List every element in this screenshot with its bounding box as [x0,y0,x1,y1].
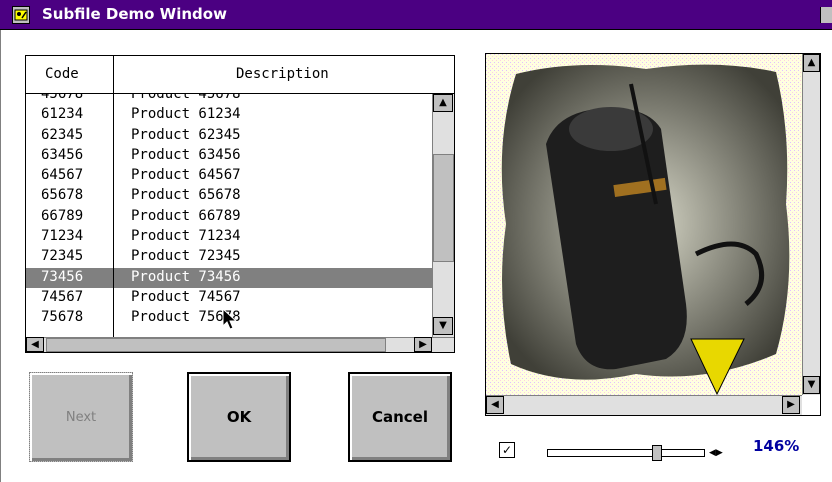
row-divider [113,227,114,248]
list-row[interactable]: 71234 Product 71234 [26,227,432,248]
ok-button[interactable]: OK [187,372,291,462]
row-code: 63456 [41,146,84,163]
row-description: Product 45678 [131,94,241,102]
row-code: 72345 [41,248,84,265]
scroll-up-button[interactable]: ▲ [433,94,453,112]
list-row[interactable]: 72345 Product 72345 [26,247,432,268]
zoom-slider[interactable] [547,445,705,461]
title-bar[interactable]: Subfile Demo Window [0,0,832,30]
system-menu-icon[interactable] [12,6,30,24]
row-description: Product 66789 [131,207,241,224]
list-row[interactable]: 74567 Product 74567 [26,287,432,309]
list-header: Code Description [26,56,454,94]
vertical-scrollbar[interactable]: ▲ ▼ [432,94,454,337]
zoom-level: 146% [753,437,800,455]
row-divider [113,125,114,146]
next-button-label: Next [65,409,97,425]
image-viewer[interactable]: ▲ ▼ ◀ ▶ [485,53,821,416]
horizontal-scroll-thumb[interactable] [46,338,386,352]
slider-step-arrows-icon[interactable]: ◀▶ [709,448,723,458]
row-description: Product 72345 [131,248,241,265]
window-title: Subfile Demo Window [42,5,227,23]
row-description: Product 61234 [131,106,241,123]
row-divider [113,308,114,329]
column-header-description[interactable]: Description [236,66,329,82]
row-divider [113,105,114,126]
product-phone-image [486,54,802,395]
list-row[interactable]: 61234 Product 61234 [26,105,432,126]
scroll-left-button[interactable]: ◀ [26,337,44,352]
row-code: 61234 [41,106,84,123]
row-description: Product 74567 [131,288,241,305]
window-left-border [0,30,1,482]
row-code: 73456 [41,268,84,285]
list-rows: 45678 Product 45678 61234 Product 61234 6234… [26,94,432,337]
row-divider [113,94,114,106]
mouse-cursor-icon [222,308,238,330]
row-code: 66789 [41,207,84,224]
next-button[interactable]: Next [29,372,133,462]
image-scroll-right-button[interactable]: ▶ [782,396,800,414]
row-description: Product 64567 [131,167,241,184]
zoom-checkbox[interactable]: ✓ [499,442,515,458]
image-vertical-scrollbar[interactable]: ▲ ▼ [802,54,820,395]
row-divider [113,287,114,309]
row-code: 62345 [41,126,84,143]
list-row[interactable]: 65678 Product 65678 [26,186,432,207]
image-scroll-up-button[interactable]: ▲ [803,54,820,72]
row-divider [113,145,114,167]
cancel-button[interactable]: Cancel [348,372,452,462]
row-code: 75678 [41,309,84,326]
list-row[interactable]: 66789 Product 66789 [26,206,432,228]
row-divider [113,247,114,268]
list-row[interactable]: 62345 Product 62345 [26,125,432,146]
row-code: 64567 [41,167,84,184]
list-row[interactable]: 73456 Product 73456 [26,267,432,288]
cancel-button-label: Cancel [371,408,428,426]
list-row[interactable]: 64567 Product 64567 [26,166,432,187]
row-code: 45678 [41,94,84,102]
horizontal-scrollbar[interactable]: ◀ ▶ [26,337,454,352]
scroll-down-button[interactable]: ▼ [433,317,453,335]
image-scroll-left-button[interactable]: ◀ [486,396,504,414]
subfile-list[interactable]: Code Description 45678 Product 45678 61234… [25,55,455,353]
zoom-slider-thumb[interactable] [651,445,662,461]
row-description: Product 71234 [131,228,241,245]
window-control-button[interactable] [820,7,832,23]
row-description: Product 62345 [131,126,241,143]
row-code: 71234 [41,228,84,245]
row-description: Product 73456 [131,268,241,285]
row-divider [113,206,114,228]
scroll-right-button[interactable]: ▶ [414,337,432,352]
row-divider [113,186,114,207]
row-divider [113,267,114,288]
row-code: 65678 [41,187,84,204]
image-horizontal-scrollbar[interactable]: ◀ ▶ [486,395,802,415]
vertical-scroll-thumb[interactable] [433,154,454,262]
list-row[interactable]: 45678 Product 45678 [26,94,432,106]
column-header-code[interactable]: Code [45,66,79,82]
image-scroll-down-button[interactable]: ▼ [803,376,820,394]
list-row[interactable]: 63456 Product 63456 [26,145,432,167]
row-divider [113,166,114,187]
zoom-toolbar: ✓ ◀▶ 146% [485,425,821,475]
row-description: Product 65678 [131,187,241,204]
row-description: Product 63456 [131,146,241,163]
ok-button-label: OK [226,408,252,426]
row-code: 74567 [41,288,84,305]
